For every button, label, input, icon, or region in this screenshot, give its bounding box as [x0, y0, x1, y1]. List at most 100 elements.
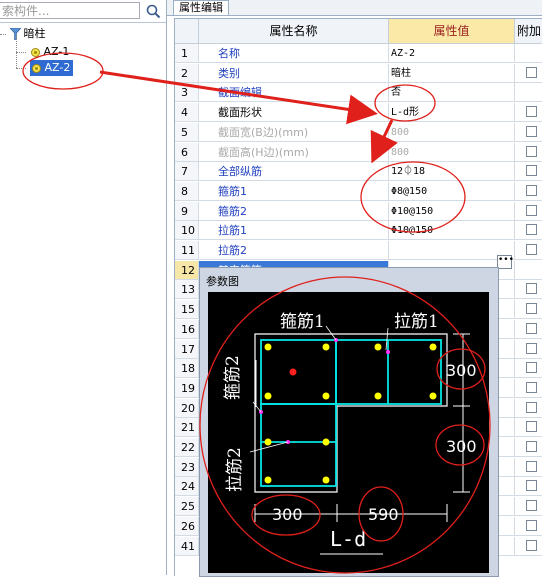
property-value-cell[interactable]: 暗柱	[389, 63, 515, 83]
section-diagram: 箍筋1 拉筋1 箍筋2 拉筋2 300 300 300 590 L-d	[223, 312, 477, 555]
attach-checkbox[interactable]	[526, 145, 537, 157]
property-name-cell[interactable]: 截面高(H边)(mm)	[199, 142, 389, 162]
property-name-cell[interactable]: 全部纵筋	[199, 162, 389, 182]
property-name-cell[interactable]: 拉筋2	[199, 241, 389, 260]
property-name-cell[interactable]: 截面宽(B边)(mm)	[199, 122, 389, 142]
table-row[interactable]: 10 拉筋1 Φ10@150	[175, 221, 542, 241]
table-row[interactable]: 6 截面高(H边)(mm) 800	[175, 142, 542, 162]
row-number: 2	[175, 63, 199, 83]
table-row[interactable]: 2 类别 暗柱	[175, 63, 542, 83]
row-number: 18	[175, 359, 199, 379]
attach-cell	[515, 280, 542, 300]
attach-checkbox[interactable]	[526, 401, 537, 413]
tree-item-az1[interactable]: AZ-1	[16, 44, 69, 60]
property-value-cell[interactable]: Φ10@150	[389, 201, 515, 221]
header-property-value: 属性值	[389, 19, 515, 44]
row-number: 7	[175, 162, 199, 182]
rebar-dots	[264, 343, 437, 484]
property-name-cell[interactable]: 箍筋2	[199, 201, 389, 221]
header-row-number	[175, 19, 199, 44]
property-value-cell[interactable]: 800	[389, 122, 515, 142]
attach-checkbox[interactable]	[526, 303, 537, 315]
search-bar: 索构件...	[0, 0, 166, 23]
row-number: 10	[175, 221, 199, 241]
attach-checkbox[interactable]	[526, 519, 537, 531]
table-row[interactable]: 8 箍筋1 Φ8@150	[175, 181, 542, 201]
row-number: 41	[175, 536, 199, 556]
attach-cell	[515, 261, 542, 280]
property-name-cell[interactable]: 名称	[199, 44, 389, 63]
tree-item-az2[interactable]: AZ-2	[16, 60, 74, 76]
property-value-cell[interactable]: Φ8@150	[389, 181, 515, 201]
property-name-cell[interactable]: 箍筋1	[199, 181, 389, 201]
search-icon[interactable]	[145, 3, 162, 20]
property-name-cell[interactable]: 拉筋1	[199, 221, 389, 241]
property-value-cell[interactable]: 800	[389, 142, 515, 162]
parameter-diagram-canvas: 箍筋1 拉筋1 箍筋2 拉筋2 300 300 300 590 L-d	[208, 292, 489, 573]
table-row[interactable]: 5 截面宽(B边)(mm) 800	[175, 122, 542, 142]
tab-property-edit[interactable]: 属性编辑	[173, 0, 229, 15]
attach-checkbox[interactable]	[526, 480, 537, 492]
attach-cell	[515, 162, 542, 182]
table-row[interactable]: 11 拉筋2	[175, 241, 542, 260]
row-number: 3	[175, 83, 199, 103]
dim-right-bottom: 300	[446, 437, 477, 456]
row-number: 23	[175, 457, 199, 477]
attach-cell	[515, 123, 542, 142]
attach-cell	[515, 143, 542, 162]
header-attach: 附加	[515, 19, 542, 44]
popup-title: 参数图	[206, 275, 239, 288]
attach-checkbox[interactable]	[526, 460, 537, 472]
gear-icon	[30, 47, 40, 57]
dim-bottom-left: 300	[272, 505, 303, 524]
attach-checkbox[interactable]	[526, 283, 537, 295]
attach-cell	[515, 300, 542, 320]
attach-checkbox[interactable]	[526, 125, 537, 137]
attach-cell	[515, 64, 542, 83]
attach-checkbox[interactable]	[526, 500, 537, 512]
attach-checkbox[interactable]	[526, 204, 537, 216]
tab-strip: 属性编辑	[167, 0, 542, 16]
table-row[interactable]: 1 名称 AZ-2	[175, 44, 542, 63]
attach-checkbox[interactable]	[526, 106, 537, 118]
property-name-cell[interactable]: 截面形状	[199, 103, 389, 123]
property-name-cell[interactable]: 截面编辑	[199, 83, 389, 103]
table-row[interactable]: 7 全部纵筋 12⏀18	[175, 162, 542, 182]
attach-checkbox[interactable]	[526, 421, 537, 433]
section-outline	[254, 333, 448, 493]
label-tie2: 拉筋2	[225, 447, 245, 492]
label-stirrup2: 箍筋2	[223, 355, 243, 400]
table-row[interactable]: 3 截面编辑否	[175, 83, 542, 103]
attach-cell	[515, 418, 542, 438]
attach-checkbox[interactable]	[526, 66, 537, 78]
attach-checkbox[interactable]	[526, 165, 537, 177]
attach-checkbox[interactable]	[526, 539, 537, 551]
search-input[interactable]: 索构件...	[0, 2, 140, 19]
attach-checkbox[interactable]	[526, 224, 537, 236]
component-tree-panel: 索构件... 暗柱 AZ-1 AZ-2	[0, 0, 167, 575]
attach-cell	[515, 497, 542, 517]
attach-cell	[515, 44, 542, 63]
attach-checkbox[interactable]	[526, 362, 537, 374]
row-number: 4	[175, 103, 199, 123]
attach-checkbox[interactable]	[526, 342, 537, 354]
property-value-cell[interactable]: Φ10@150	[389, 221, 515, 241]
property-value-cell[interactable]: L-d形	[389, 103, 515, 123]
attach-cell	[515, 399, 542, 418]
attach-checkbox[interactable]	[526, 184, 537, 196]
dim-right-top: 300	[446, 361, 477, 380]
attach-checkbox[interactable]	[526, 322, 537, 334]
attach-checkbox[interactable]	[526, 244, 537, 255]
attach-checkbox[interactable]	[526, 441, 537, 452]
attach-checkbox[interactable]	[526, 381, 537, 393]
property-value-cell[interactable]: 否	[389, 83, 515, 103]
attach-cell	[515, 103, 542, 123]
property-name-cell[interactable]: 类别	[199, 63, 389, 83]
table-row[interactable]: 4 截面形状 L-d形	[175, 103, 542, 123]
ellipsis-button[interactable]: •••	[497, 255, 514, 269]
tree-node-root[interactable]: 暗柱	[0, 26, 46, 42]
row-number: 16	[175, 319, 199, 339]
property-value-cell[interactable]: AZ-2	[389, 44, 515, 63]
property-value-cell[interactable]: 12⏀18	[389, 162, 515, 182]
table-row[interactable]: 9 箍筋2 Φ10@150	[175, 201, 542, 221]
